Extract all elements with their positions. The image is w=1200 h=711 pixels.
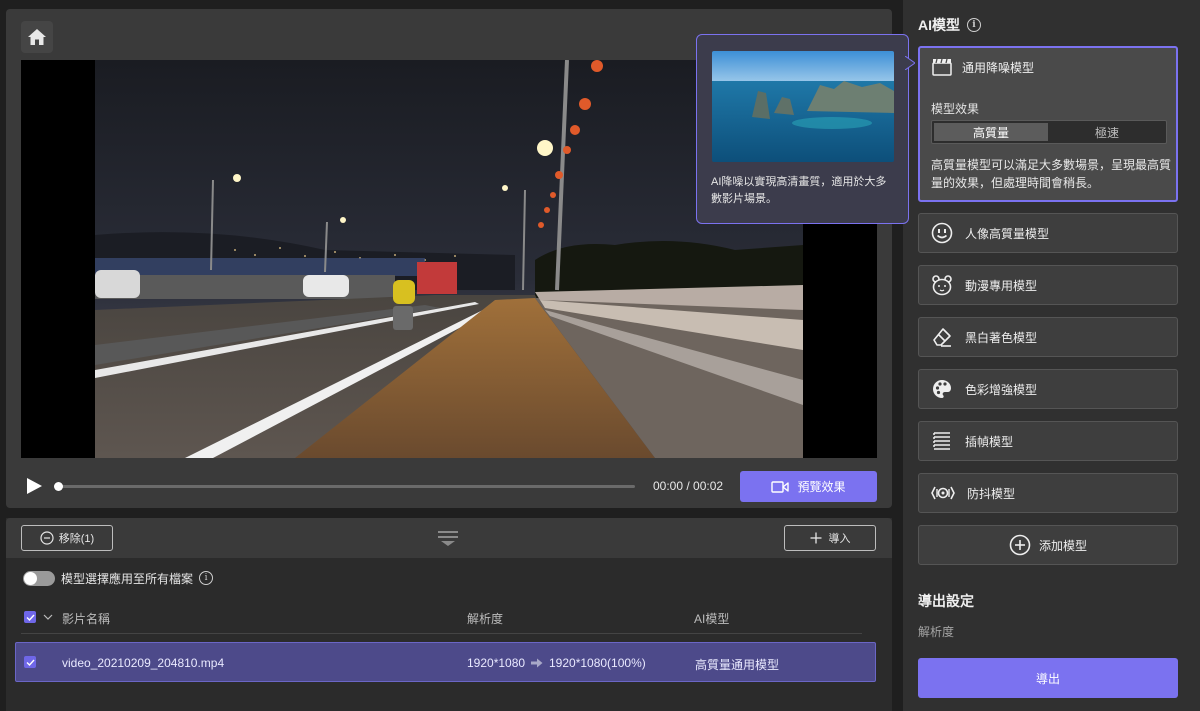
resolution-from: 1920*1080 bbox=[467, 656, 526, 670]
export-settings-title: 導出設定 bbox=[918, 593, 974, 609]
face-icon bbox=[931, 222, 953, 244]
model-colorize-button[interactable]: 黑白著色模型 bbox=[918, 317, 1178, 357]
model-label: 色彩增強模型 bbox=[965, 382, 1038, 397]
info-icon[interactable]: i bbox=[967, 18, 981, 32]
ai-model-sidebar: AI模型 i 通用降噪模型 模型效果 高質量 極速 高質量模型可以滿足大多數場景… bbox=[903, 0, 1200, 711]
file-list-panel: 移除(1) 導入 模型選擇應用至所有檔案 i 影片名稱 解析度 AI模型 vid… bbox=[6, 518, 892, 711]
add-model-button[interactable]: 添加模型 bbox=[918, 525, 1178, 565]
palette-icon bbox=[933, 380, 951, 398]
resolution-to: 1920*1080(100%) bbox=[549, 656, 646, 670]
model-label: 插幀模型 bbox=[965, 434, 1014, 449]
plus-circle-icon bbox=[1009, 534, 1031, 556]
apply-all-toggle[interactable] bbox=[23, 570, 55, 586]
model-effect-label: 模型效果 bbox=[931, 102, 980, 116]
model-tooltip: AI降噪以實現高清畫質，適用於大多數影片場景。 bbox=[696, 34, 909, 224]
bear-icon bbox=[932, 275, 952, 296]
home-button[interactable] bbox=[21, 21, 53, 53]
column-resolution[interactable]: 解析度 bbox=[467, 610, 503, 627]
clapperboard-icon bbox=[932, 58, 952, 76]
remove-button[interactable]: 移除(1) bbox=[21, 525, 113, 551]
check-icon bbox=[26, 614, 35, 621]
progress-bar[interactable] bbox=[54, 482, 635, 491]
model-anime-button[interactable]: 動漫專用模型 bbox=[918, 265, 1178, 305]
model-label: 黑白著色模型 bbox=[965, 330, 1038, 345]
toggle-knob bbox=[24, 571, 37, 585]
progress-knob[interactable] bbox=[54, 482, 63, 491]
import-label: 導入 bbox=[828, 533, 851, 545]
select-all-checkbox[interactable] bbox=[24, 611, 36, 623]
play-icon[interactable] bbox=[25, 477, 43, 495]
sidebar-title: AI模型 i bbox=[918, 15, 981, 35]
time-display: 00:00 / 00:02 bbox=[653, 479, 724, 493]
chevron-down-icon[interactable] bbox=[43, 614, 53, 620]
apply-all-label: 模型選擇應用至所有檔案 bbox=[61, 571, 194, 586]
info-icon[interactable]: i bbox=[199, 571, 214, 585]
model-card-name: 通用降噪模型 bbox=[962, 60, 1035, 75]
playback-controls: 00:00 / 00:02 預覽效果 bbox=[21, 471, 877, 502]
model-label: 防抖模型 bbox=[967, 486, 1016, 501]
export-resolution-label: 解析度 bbox=[918, 625, 955, 639]
plus-icon bbox=[810, 532, 821, 544]
stabilize-icon bbox=[931, 486, 955, 500]
model-description: 高質量模型可以滿足大多數場景，呈現最高質量的效果，但處理時間會稍長。 bbox=[931, 158, 1172, 190]
import-button[interactable]: 導入 bbox=[784, 525, 876, 551]
row-checkbox[interactable] bbox=[24, 656, 36, 668]
model-card-header: 通用降噪模型 bbox=[932, 58, 1034, 76]
remove-label: 移除(1) bbox=[58, 533, 95, 545]
model-interpolation-button[interactable]: 插幀模型 bbox=[918, 421, 1178, 461]
preview-button[interactable]: 預覽效果 bbox=[740, 471, 877, 502]
video-camera-icon bbox=[771, 480, 790, 493]
minus-circle-icon bbox=[40, 531, 54, 545]
effect-option-fast[interactable]: 極速 bbox=[1050, 123, 1164, 141]
column-name[interactable]: 影片名稱 bbox=[62, 610, 110, 627]
model-portrait-button[interactable]: 人像高質量模型 bbox=[918, 213, 1178, 253]
export-button[interactable]: 導出 bbox=[918, 658, 1178, 698]
home-icon bbox=[28, 29, 46, 45]
add-model-label: 添加模型 bbox=[1038, 538, 1087, 553]
model-card-denoise[interactable]: 通用降噪模型 模型效果 高質量 極速 高質量模型可以滿足大多數場景，呈現最高質量… bbox=[918, 46, 1178, 202]
arrow-right-icon bbox=[531, 658, 543, 668]
table-row[interactable]: video_20210209_204810.mp4 1920*1080 1920… bbox=[15, 642, 876, 682]
collapse-handle-icon[interactable] bbox=[437, 529, 459, 547]
table-header: 影片名稱 解析度 AI模型 bbox=[21, 600, 862, 634]
model-label: 人像高質量模型 bbox=[965, 226, 1050, 241]
model-color-enhance-button[interactable]: 色彩增強模型 bbox=[918, 369, 1178, 409]
effect-option-high-quality[interactable]: 高質量 bbox=[934, 123, 1048, 141]
frames-icon bbox=[933, 432, 950, 450]
row-model: 高質量通用模型 bbox=[695, 658, 780, 672]
tooltip-pointer bbox=[905, 56, 915, 70]
sidebar-title-text: AI模型 bbox=[918, 17, 960, 33]
model-stabilize-button[interactable]: 防抖模型 bbox=[918, 473, 1178, 513]
tooltip-preview-image bbox=[712, 51, 894, 162]
tooltip-text: AI降噪以實現高清畫質，適用於大多數影片場景。 bbox=[711, 176, 887, 205]
eraser-icon bbox=[933, 328, 951, 347]
preview-label: 預覽效果 bbox=[797, 480, 846, 494]
column-model[interactable]: AI模型 bbox=[694, 610, 729, 627]
effect-segmented-control: 高質量 極速 bbox=[931, 120, 1167, 144]
apply-all-row: 模型選擇應用至所有檔案 i bbox=[23, 568, 214, 588]
model-label: 動漫專用模型 bbox=[965, 278, 1038, 293]
file-name: video_20210209_204810.mp4 bbox=[62, 656, 225, 670]
check-icon bbox=[26, 659, 35, 666]
file-list-toolbar: 移除(1) 導入 bbox=[6, 518, 892, 558]
